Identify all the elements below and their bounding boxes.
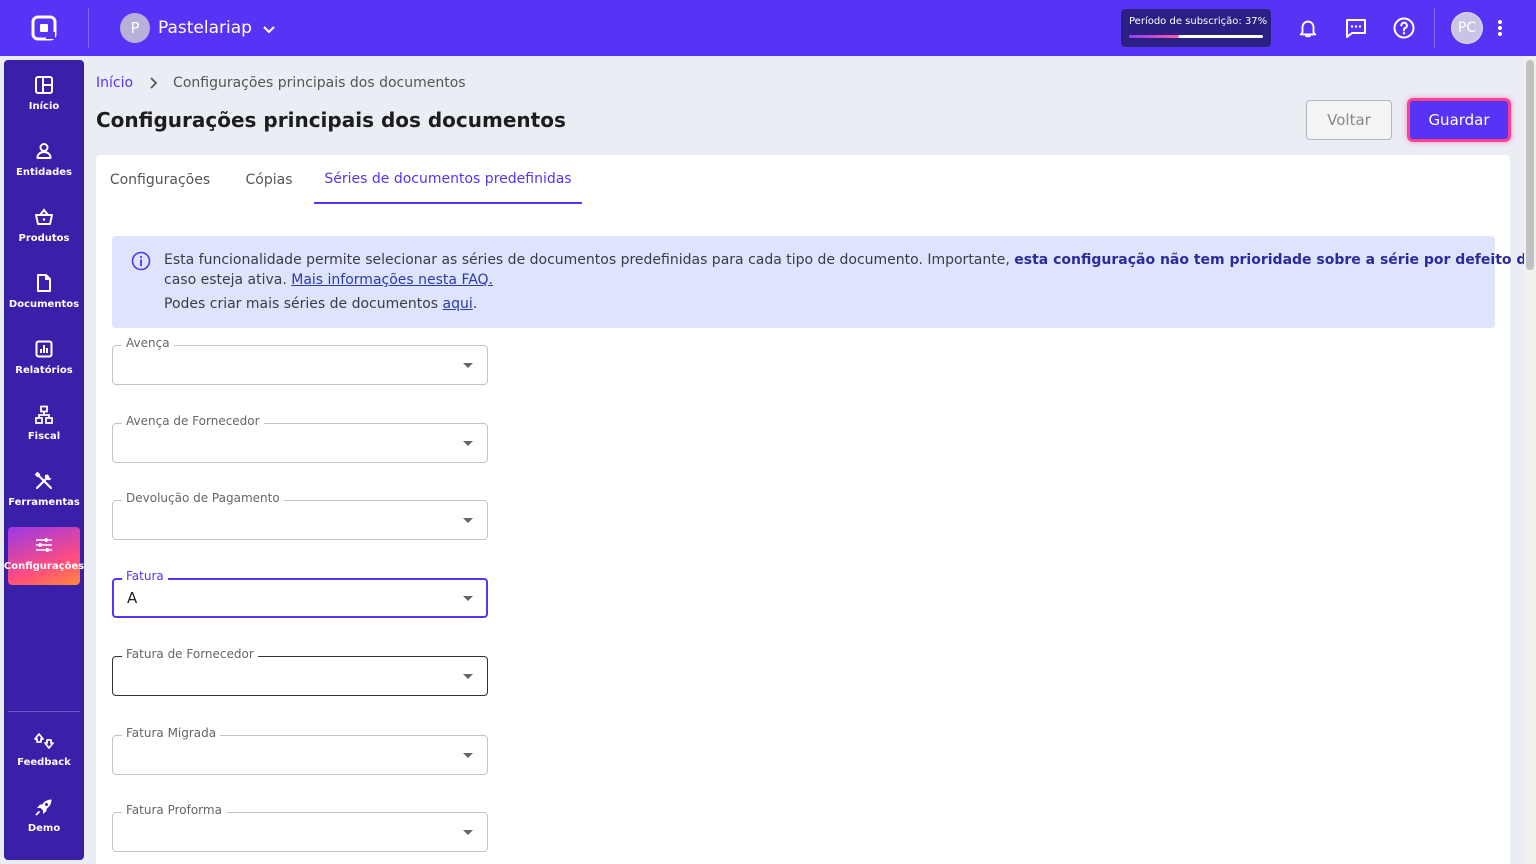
tab-copias[interactable]: Cópias bbox=[231, 155, 307, 204]
select-fatura-proforma[interactable]: Fatura Proforma bbox=[112, 803, 488, 852]
sidebar-item-label: Fiscal bbox=[27, 431, 61, 442]
dropdown-arrow-icon bbox=[463, 518, 473, 523]
company-name: Pastelariap bbox=[158, 18, 252, 38]
bell-icon[interactable] bbox=[1294, 14, 1322, 42]
rocket-icon bbox=[32, 795, 56, 819]
sidebar-item-label: Início bbox=[28, 101, 60, 112]
top-bar: P Pastelariap Período de subscrição: 37%… bbox=[0, 0, 1536, 56]
person-icon bbox=[32, 139, 56, 163]
sidebar-item-label: Relatórios bbox=[15, 365, 73, 376]
back-button[interactable]: Voltar bbox=[1306, 100, 1392, 140]
select-avenca-fornecedor[interactable]: Avença de Fornecedor bbox=[112, 414, 488, 463]
chevron-right-icon bbox=[149, 77, 159, 89]
subscription-progress-fill bbox=[1129, 35, 1179, 38]
info-text-line-3: Podes criar mais séries de documentos aq… bbox=[164, 296, 477, 312]
sidebar-item-label: Documentos bbox=[8, 299, 80, 310]
sidebar-item-demo[interactable]: Demo bbox=[8, 789, 80, 847]
page-scrollbar[interactable] bbox=[1524, 56, 1536, 864]
breadcrumb-current: Configurações principais dos documentos bbox=[173, 75, 466, 91]
sidebar-item-inicio[interactable]: Início bbox=[8, 67, 80, 125]
field-value: A bbox=[127, 589, 138, 607]
sidebar-item-label: Demo bbox=[27, 823, 61, 834]
field-label: Fatura Migrada bbox=[122, 726, 221, 740]
more-vertical-icon[interactable] bbox=[1490, 16, 1510, 40]
dropdown-arrow-icon bbox=[463, 363, 473, 368]
info-text-line-1: Esta funcionalidade permite selecionar a… bbox=[164, 252, 1536, 268]
sidebar-item-label: Configurações bbox=[3, 561, 85, 572]
dropdown-arrow-icon bbox=[463, 830, 473, 835]
sidebar-item-documentos[interactable]: Documentos bbox=[8, 265, 80, 323]
scrollbar-thumb[interactable] bbox=[1526, 60, 1534, 270]
breadcrumb: Início Configurações principais dos docu… bbox=[96, 75, 466, 91]
sidebar-item-label: Feedback bbox=[17, 757, 71, 768]
sidebar-item-relatorios[interactable]: Relatórios bbox=[8, 331, 80, 389]
sidebar-item-label: Produtos bbox=[18, 233, 70, 244]
top-divider bbox=[88, 8, 89, 48]
select-fatura-migrada[interactable]: Fatura Migrada bbox=[112, 726, 488, 775]
chart-icon bbox=[32, 337, 56, 361]
fiscal-icon bbox=[32, 403, 56, 427]
field-label: Avença de Fornecedor bbox=[122, 414, 264, 428]
select-fatura[interactable]: Fatura A bbox=[112, 569, 488, 618]
info-text: caso esteja ativa. bbox=[164, 272, 292, 288]
sidebar-item-produtos[interactable]: Produtos bbox=[8, 199, 80, 257]
subscription-progress-track bbox=[1129, 35, 1263, 38]
field-label: Fatura Proforma bbox=[122, 803, 226, 817]
tab-series-predefinidas[interactable]: Séries de documentos predefinidas bbox=[314, 155, 582, 204]
sidebar-item-label: Ferramentas bbox=[8, 497, 80, 508]
create-series-link[interactable]: aqui bbox=[443, 296, 473, 312]
help-icon[interactable] bbox=[1390, 14, 1418, 42]
dropdown-arrow-icon bbox=[463, 753, 473, 758]
info-text-bold: esta configuração não tem prioridade sob… bbox=[1014, 252, 1536, 268]
sidebar-item-label: Entidades bbox=[16, 167, 72, 178]
sidebar-item-feedback[interactable]: Feedback bbox=[8, 723, 80, 781]
user-avatar[interactable]: PC bbox=[1451, 12, 1483, 44]
dropdown-arrow-icon bbox=[463, 596, 473, 601]
sidebar-item-entidades[interactable]: Entidades bbox=[8, 133, 80, 191]
field-label: Devolução de Pagamento bbox=[122, 491, 284, 505]
select-devolucao-pagamento[interactable]: Devolução de Pagamento bbox=[112, 491, 488, 540]
save-button[interactable]: Guardar bbox=[1407, 98, 1511, 142]
sidebar-item-configuracoes[interactable]: Configurações bbox=[4, 527, 84, 585]
sidebar-item-fiscal[interactable]: Fiscal bbox=[8, 397, 80, 455]
info-banner: Esta funcionalidade permite selecionar a… bbox=[112, 236, 1536, 328]
faq-link[interactable]: Mais informações nesta FAQ. bbox=[291, 272, 493, 288]
dropdown-arrow-icon bbox=[463, 441, 473, 446]
tools-icon bbox=[32, 469, 56, 493]
chevron-down-icon bbox=[262, 21, 276, 35]
select-fatura-fornecedor[interactable]: Fatura de Fornecedor bbox=[112, 647, 488, 696]
dashboard-icon bbox=[32, 73, 56, 97]
basket-icon bbox=[32, 205, 56, 229]
settings-card: Configurações Cópias Séries de documento… bbox=[96, 155, 1536, 864]
field-label: Fatura bbox=[122, 569, 168, 583]
app-logo-icon[interactable] bbox=[30, 14, 58, 42]
company-selector[interactable]: P Pastelariap bbox=[120, 13, 276, 43]
company-avatar: P bbox=[120, 13, 150, 43]
feedback-icon bbox=[32, 729, 56, 753]
sidebar: Início Entidades Produtos Documentos Rel… bbox=[4, 60, 84, 860]
subscription-label: Período de subscrição: 37% bbox=[1129, 16, 1268, 27]
info-text: Esta funcionalidade permite selecionar a… bbox=[164, 252, 1015, 268]
breadcrumb-home-link[interactable]: Início bbox=[96, 75, 133, 91]
dropdown-arrow-icon bbox=[463, 674, 473, 679]
field-label: Fatura de Fornecedor bbox=[122, 647, 258, 661]
info-icon bbox=[131, 251, 151, 271]
field-label: Avença bbox=[122, 336, 174, 350]
info-text: . bbox=[472, 296, 478, 312]
sliders-icon bbox=[32, 533, 56, 557]
document-icon bbox=[32, 271, 56, 295]
info-text: Podes criar mais séries de documentos bbox=[164, 296, 443, 312]
top-divider-right bbox=[1434, 8, 1435, 48]
chat-icon[interactable] bbox=[1342, 14, 1370, 42]
select-avenca[interactable]: Avença bbox=[112, 336, 488, 385]
tabs: Configurações Cópias Séries de documento… bbox=[96, 155, 1510, 205]
info-text-line-2: caso esteja ativa. Mais informações nest… bbox=[164, 272, 493, 288]
sidebar-item-ferramentas[interactable]: Ferramentas bbox=[8, 463, 80, 521]
tab-configuracoes[interactable]: Configurações bbox=[96, 155, 224, 204]
subscription-status[interactable]: Período de subscrição: 37% bbox=[1121, 9, 1271, 47]
sidebar-divider bbox=[8, 711, 80, 712]
page-title: Configurações principais dos documentos bbox=[96, 108, 566, 132]
